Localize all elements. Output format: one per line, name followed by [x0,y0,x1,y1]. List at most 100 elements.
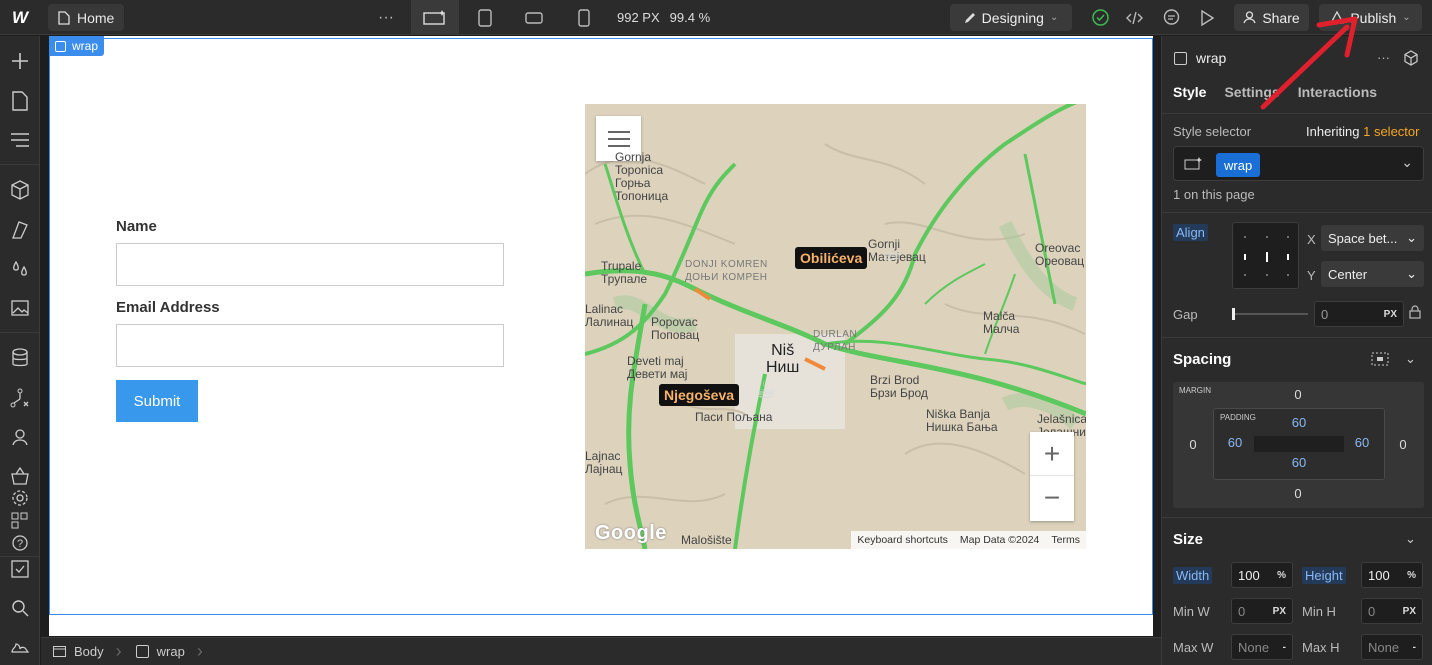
check-circle-icon [1091,9,1109,26]
navigator-button[interactable] [0,125,40,155]
more-options-button[interactable]: ··· [372,0,400,35]
chevron-right-icon: › [196,641,203,661]
gap-input[interactable]: 0 PX [1314,301,1404,327]
padding-right-input[interactable]: 60 [1347,435,1377,450]
tablet-icon [478,8,492,27]
chevron-down-icon: ⌄ [1402,12,1411,23]
max-width-input[interactable]: None - [1231,634,1293,660]
align-dropdown[interactable]: Center ⌄ [1321,261,1424,287]
min-width-unit[interactable]: PX [1273,606,1286,617]
breakpoint-desktop-button[interactable] [411,0,459,35]
coffee-cup-icon[interactable]: ☕ [880,238,902,267]
comments-button[interactable] [1158,0,1184,35]
map-marker-obiliceva[interactable]: Obilićeva [795,247,868,269]
spacing-section-title[interactable]: Spacing [1173,351,1231,368]
margin-right-input[interactable]: 0 [1388,437,1418,452]
share-label: Share [1262,9,1300,26]
tab-style[interactable]: Style [1173,84,1206,100]
share-button[interactable]: Share [1234,4,1309,31]
publish-button[interactable]: Publish ⌄ [1319,4,1422,31]
min-width-input[interactable]: 0 PX [1231,598,1293,624]
chevron-down-icon[interactable]: ⌄ [1405,531,1416,547]
search-button[interactable] [0,593,40,623]
chevron-down-icon[interactable]: ⌄ [1401,154,1413,171]
margin-left-input[interactable]: 0 [1178,437,1208,452]
audit-panel-button[interactable] [0,554,40,584]
page-body[interactable]: wrap Name Email Address Submit Gornja To… [49,36,1153,636]
webflow-logo[interactable]: W [0,0,40,35]
breakpoint-tablet-button[interactable] [461,0,509,35]
wrap-selection-tag[interactable]: wrap [49,36,105,56]
logic-button[interactable] [0,383,40,413]
selector-chip[interactable]: wrap [1216,153,1261,177]
add-elements-button[interactable] [0,46,40,76]
tab-interactions[interactable]: Interactions [1298,84,1377,100]
coffee-cup-icon[interactable]: ☕ [755,376,777,405]
submit-button[interactable]: Submit [116,380,198,422]
padding-left-input[interactable]: 60 [1220,435,1250,450]
assets-button[interactable] [0,293,40,323]
max-height-unit[interactable]: - [1413,642,1416,653]
image-icon [11,300,29,316]
video-tutorials-button[interactable] [0,631,40,661]
height-unit[interactable]: % [1407,570,1416,581]
padding-top-input[interactable]: 60 [1284,415,1314,430]
max-height-input[interactable]: None - [1361,634,1423,660]
zoom-in-button[interactable]: + [1030,432,1074,476]
gap-slider-handle[interactable] [1232,308,1235,320]
more-icon[interactable]: ··· [1377,50,1390,65]
zoom-out-button[interactable]: − [1030,476,1074,520]
chevron-down-icon[interactable]: ⌄ [1405,351,1416,367]
height-value: 100 [1368,567,1390,583]
padding-label: PADDING [1220,413,1256,422]
mode-dropdown[interactable]: Designing ⌄ [950,4,1072,31]
navigator-icon [11,133,29,147]
variables-button[interactable] [0,254,40,284]
breakpoint-portrait-button[interactable] [560,0,608,35]
audit-check-button[interactable] [1087,0,1113,35]
breakpoint-landscape-button[interactable] [510,0,558,35]
align-value: Center [1328,266,1368,282]
map-embed[interactable]: Gornja Toponica Горња Топоница DONJI KOM… [585,104,1086,549]
max-height-value: None [1368,639,1400,655]
size-section-title[interactable]: Size [1173,531,1203,548]
padding-bottom-input[interactable]: 60 [1284,455,1314,470]
map-label-durlan: DURLAN ДУРЛАН [813,329,858,353]
height-label: Height [1302,567,1346,584]
justify-dropdown[interactable]: Space bet... ⌄ [1321,225,1424,251]
breadcrumb-item-body[interactable]: Body [41,638,116,665]
map-marker-njegoseva[interactable]: Njegoševa [659,384,740,406]
margin-top-input[interactable]: 0 [1283,387,1313,402]
lock-icon[interactable] [1409,305,1421,322]
spacing-box-model: MARGIN 0 0 0 0 PADDING 60 60 60 60 [1173,382,1424,508]
pages-button[interactable] [0,86,40,116]
width-unit[interactable]: % [1277,570,1286,581]
spacing-preset-icon[interactable] [1371,352,1389,369]
max-width-unit[interactable]: - [1283,642,1286,653]
height-input[interactable]: 100% [1361,562,1423,588]
email-field[interactable] [116,324,504,367]
page-selector-button[interactable]: Home [48,4,125,31]
code-export-button[interactable] [1121,0,1147,35]
keyboard-shortcuts-link[interactable]: Keyboard shortcuts [857,534,947,546]
min-height-input[interactable]: 0 PX [1361,598,1423,624]
component-icon[interactable] [1403,50,1419,69]
terms-link[interactable]: Terms [1051,534,1080,546]
min-height-unit[interactable]: PX [1403,606,1416,617]
gap-slider[interactable] [1232,308,1308,320]
style-selector-field[interactable]: wrap ⌄ [1173,146,1424,181]
page-icon [58,10,70,25]
name-field[interactable] [116,243,504,286]
style-manager-button[interactable] [0,215,40,245]
align-grid[interactable] [1232,222,1299,289]
gap-unit[interactable]: PX [1384,309,1397,320]
cms-button[interactable] [0,343,40,373]
tab-settings[interactable]: Settings [1224,84,1279,100]
components-button[interactable] [0,175,40,205]
margin-bottom-input[interactable]: 0 [1283,486,1313,501]
inheriting-link[interactable]: 1 selector [1363,124,1419,139]
preview-button[interactable] [1194,0,1220,35]
width-input[interactable]: 100% [1231,562,1293,588]
users-button[interactable] [0,422,40,452]
breadcrumb-item-wrap[interactable]: wrap [124,638,197,665]
